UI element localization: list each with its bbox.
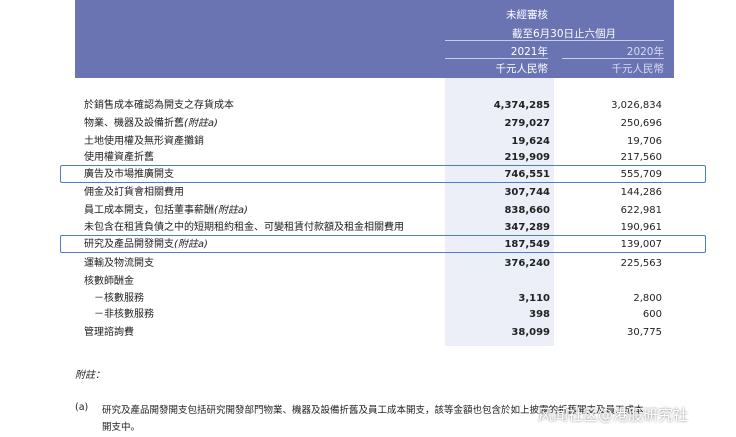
value-2021: 19,624 [511, 136, 550, 147]
header-divider [445, 40, 664, 41]
table-row: 員工成本開支，包括董事薪酬(附註a) 838,660 622,981 [84, 202, 664, 219]
row-label: －非核數服務 [94, 309, 154, 320]
table-row: －核數服務 3,110 2,800 [84, 290, 664, 307]
footnote-text-continued: 開支中。 [102, 422, 141, 433]
highlight-box-research [60, 235, 706, 253]
row-label: 核數師酬金 [84, 276, 134, 287]
value-2020: 190,961 [620, 222, 662, 233]
row-label: 物業、機器及設備折舊(附註a) [84, 118, 218, 129]
highlight-box-advertising [60, 165, 706, 183]
value-2020: 217,560 [620, 152, 662, 163]
value-2021: 838,660 [504, 205, 550, 216]
row-label: 未包含在租賃負債之中的短期租約租金、可變租賃付款額及租金相關費用 [84, 222, 404, 233]
value-2021: 3,110 [518, 293, 550, 304]
table-row: 土地使用權及無形資產攤銷 19,624 19,706 [84, 133, 664, 150]
value-2020: 144,286 [620, 187, 662, 198]
period-label: 截至6月30日止六個月 [511, 28, 616, 40]
value-2020: 600 [642, 309, 662, 320]
value-2021: 4,374,285 [493, 100, 550, 111]
value-2021: 279,027 [504, 118, 550, 129]
value-2020: 3,026,834 [611, 100, 662, 111]
row-label: 土地使用權及無形資產攤銷 [84, 136, 204, 147]
row-label: 使用權資產折舊 [84, 152, 154, 163]
table-row: 核數師酬金 [84, 273, 664, 290]
value-2020: 2,800 [633, 293, 662, 304]
table-row: 佣金及訂貨會相關費用 307,744 144,286 [84, 184, 664, 201]
table-row: 使用權資產折舊 219,909 217,560 [84, 149, 664, 166]
row-label: 員工成本開支，包括董事薪酬(附註a) [84, 205, 248, 216]
value-2020: 19,706 [627, 136, 662, 147]
row-label: 管理諮詢費 [84, 327, 134, 338]
table-row: 運輸及物流開支 376,240 225,563 [84, 255, 664, 272]
value-2020: 30,775 [627, 327, 662, 338]
table-row: 於銷售成本確認為開支之存貨成本 4,374,285 3,026,834 [84, 97, 664, 114]
year-2021-label: 2021年 [510, 46, 548, 58]
footnote-title: 附註： [75, 370, 105, 381]
watermark: 风闻社区@港股研究社 [538, 406, 689, 424]
row-label: 於銷售成本確認為開支之存貨成本 [84, 100, 234, 111]
value-2021: 376,240 [504, 258, 550, 269]
value-2021: 347,289 [504, 222, 550, 233]
table-row: 管理諮詢費 38,099 30,775 [84, 324, 664, 341]
value-2020: 225,563 [620, 258, 662, 269]
header-divider [445, 58, 548, 59]
year-2020-label: 2020年 [626, 46, 664, 58]
row-label: 佣金及訂貨會相關費用 [84, 187, 184, 198]
table-row: 物業、機器及設備折舊(附註a) 279,027 250,696 [84, 115, 664, 132]
value-2020: 622,981 [620, 205, 662, 216]
value-2021: 307,744 [504, 187, 550, 198]
value-2021: 219,909 [504, 152, 550, 163]
row-label: 運輸及物流開支 [84, 258, 154, 269]
value-2020: 250,696 [620, 118, 662, 129]
table-row: 未包含在租賃負債之中的短期租約租金、可變租賃付款額及租金相關費用 347,289… [84, 219, 664, 236]
table-header: 未經審核 截至6月30日止六個月 2021年 2020年 千元人民幣 千元人民幣 [75, 0, 674, 78]
value-2021: 38,099 [511, 327, 550, 338]
value-2021: 398 [529, 309, 550, 320]
row-label: －核數服務 [94, 293, 144, 304]
unaudited-label: 未經審核 [506, 9, 548, 21]
table-row: －非核數服務 398 600 [84, 306, 664, 323]
footnote-marker: (a) [75, 402, 89, 413]
header-divider [562, 58, 664, 59]
unit-2021-label: 千元人民幣 [495, 63, 549, 75]
unit-2020-label: 千元人民幣 [611, 63, 665, 75]
